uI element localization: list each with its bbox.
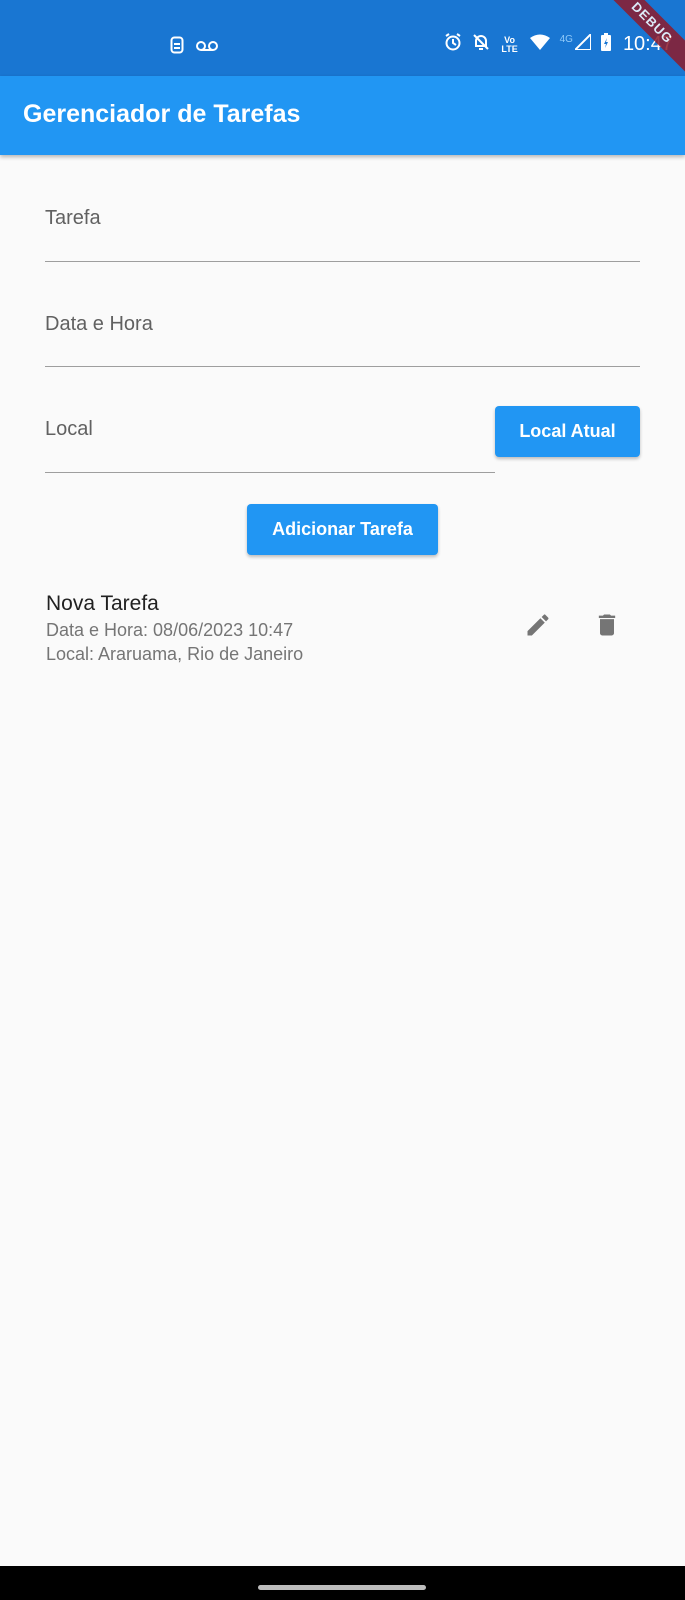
data-hora-input[interactable] [45,309,640,339]
local-field[interactable] [45,414,495,473]
network-type-label: 4G [559,34,573,45]
sim-icon [170,36,184,59]
status-right-icons: Vo LTE 4G 10:47 [444,31,673,56]
volte-label-bottom: LTE [501,43,518,54]
task-datetime: Data e Hora: 08/06/2023 10:47 [46,620,294,640]
data-hora-field[interactable] [45,309,640,367]
voicemail-icon [196,39,218,57]
edit-button[interactable] [514,603,562,651]
wifi-icon [529,34,550,55]
list-item[interactable]: Nova Tarefa Data e Hora: 08/06/2023 10:4… [0,588,685,670]
adicionar-tarefa-button[interactable]: Adicionar Tarefa [247,504,438,555]
tarefa-field[interactable] [45,203,640,262]
home-gesture-handle[interactable] [258,1585,426,1590]
volte-icon: Vo LTE [500,35,520,54]
alarm-icon [444,33,462,56]
system-nav-bar [0,1566,685,1600]
local-input[interactable] [45,414,495,444]
notifications-off-icon [472,33,490,56]
signal-icon [572,31,592,55]
app-screen: Vo LTE 4G 10:47 DEBUG Gerenciador de Tar… [0,0,685,1600]
app-bar: Gerenciador de Tarefas [0,76,685,155]
status-bar: Vo LTE 4G 10:47 DEBUG [0,0,685,84]
task-title: Nova Tarefa [46,592,159,615]
delete-button[interactable] [583,603,631,651]
local-atual-button[interactable]: Local Atual [495,406,640,457]
tarefa-input[interactable] [45,203,640,233]
battery-charging-icon [600,33,611,56]
delete-icon [593,611,621,644]
app-title: Gerenciador de Tarefas [23,100,301,128]
edit-icon [524,611,552,644]
task-location: Local: Araruama, Rio de Janeiro [46,644,304,664]
status-left-icons [170,36,218,59]
